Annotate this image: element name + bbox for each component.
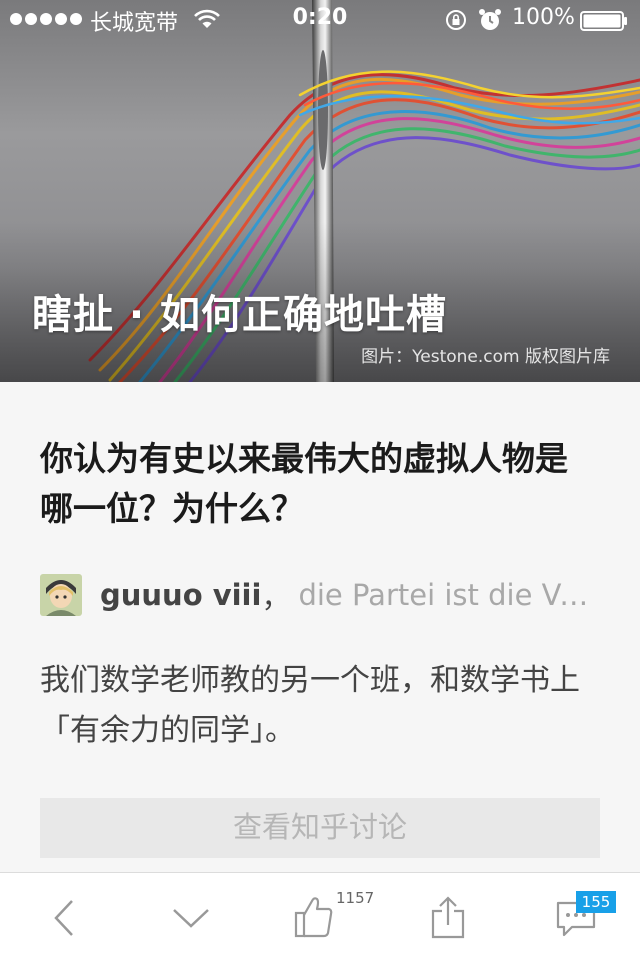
answer-author[interactable]: guuuo viii， die Partei ist die Vor…: [40, 574, 600, 616]
like-button[interactable]: [264, 873, 364, 960]
question-title[interactable]: 你认为有史以来最伟大的虚拟人物是哪一位？为什么？: [40, 434, 600, 534]
author-separator: ，: [261, 580, 291, 614]
status-bar: 长城宽带 0:20 100%: [0, 0, 640, 40]
battery-percentage: 100%: [512, 5, 575, 30]
comment-count-badge: 155: [576, 891, 616, 913]
comments-button[interactable]: [526, 873, 626, 960]
article-content: 你认为有史以来最伟大的虚拟人物是哪一位？为什么？ guuuo viii， die…: [0, 382, 640, 872]
next-article-button[interactable]: [140, 873, 240, 960]
bottom-toolbar: 1157 155: [0, 872, 640, 960]
alarm-icon: [479, 9, 501, 30]
thumbs-up-icon: [294, 897, 333, 938]
share-icon: [431, 896, 465, 939]
image-credit: 图片：Yestone.com 版权图片库: [361, 347, 610, 367]
chevron-left-icon: [54, 900, 73, 936]
like-count: 1157: [336, 889, 375, 907]
rotation-lock-icon: [446, 10, 466, 30]
view-discussion-button[interactable]: 查看知乎讨论: [40, 798, 600, 858]
chevron-down-icon: [173, 909, 209, 928]
hero-image: 瞎扯 · 如何正确地吐槽 图片：Yestone.com 版权图片库: [0, 0, 640, 382]
answer-text: 我们数学老师教的另一个班，和数学书上「有余力的同学」。: [40, 663, 580, 748]
share-button[interactable]: [398, 873, 498, 960]
author-name: guuuo viii: [100, 578, 262, 612]
back-button[interactable]: [14, 873, 114, 960]
author-bio: die Partei ist die Vor…: [298, 578, 600, 612]
avatar[interactable]: [40, 574, 82, 616]
column-title: 瞎扯 · 如何正确地吐槽: [32, 292, 448, 338]
battery-icon: [580, 11, 627, 31]
